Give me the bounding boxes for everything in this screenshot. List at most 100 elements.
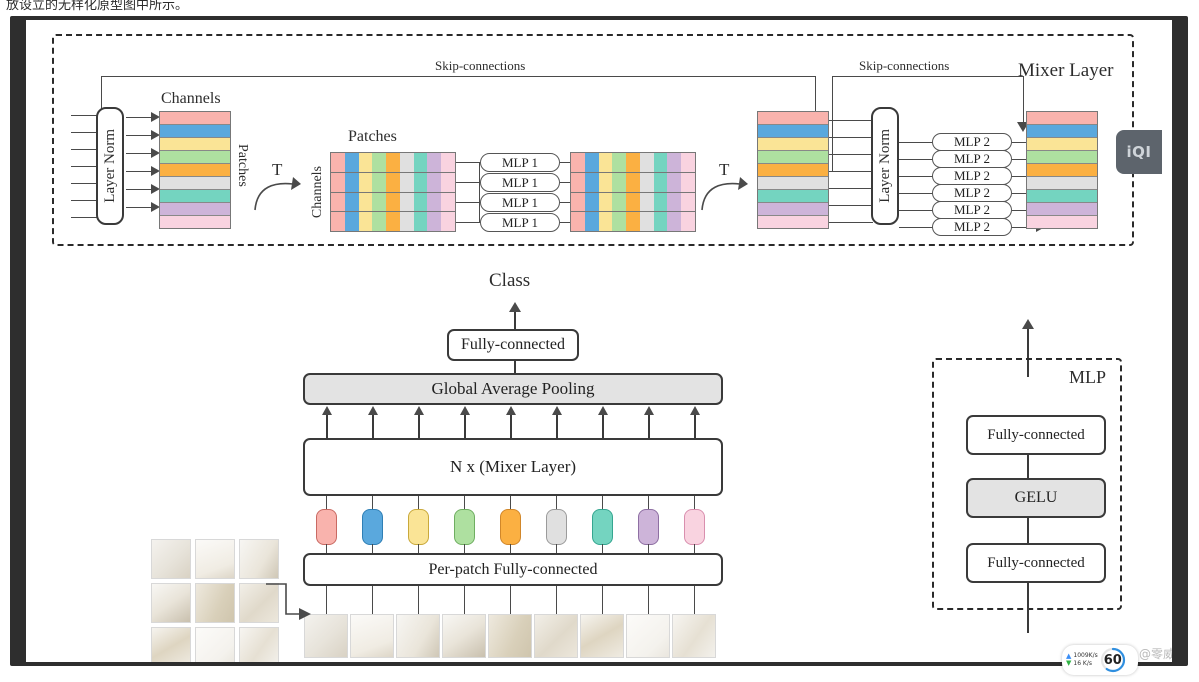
layer-norm-block-2: Layer Norm bbox=[871, 107, 899, 225]
channel-stripe-7 bbox=[758, 203, 828, 216]
gap-arrow-shaft-7 bbox=[648, 414, 650, 438]
gap-arrowhead-0 bbox=[322, 406, 332, 415]
mlp2-block-5: MLP 2 bbox=[932, 218, 1012, 236]
transposed-cell-0-0 bbox=[331, 153, 345, 172]
class-label: Class bbox=[489, 270, 531, 291]
iqi-side-tab[interactable]: iQI bbox=[1116, 130, 1162, 174]
layer-norm-label-1: Layer Norm bbox=[101, 129, 118, 203]
patch-connector-4 bbox=[510, 586, 512, 614]
image-patch-5 bbox=[534, 614, 578, 658]
transposed-cell-1-8 bbox=[681, 172, 696, 192]
token-line-top-7 bbox=[648, 496, 650, 510]
gap-arrowhead-4 bbox=[506, 406, 516, 415]
ln1-out-4 bbox=[126, 171, 152, 173]
image-patch-2 bbox=[396, 614, 440, 658]
transposed-cell-2-3 bbox=[372, 192, 387, 212]
skip-connections-label-left: Skip-connections bbox=[435, 58, 526, 73]
mixer-layer-title: Mixer Layer bbox=[1018, 60, 1114, 81]
transposed-cell-3-5 bbox=[399, 212, 414, 231]
transposed-cell-1-6 bbox=[653, 172, 668, 192]
mlp1-block-3: MLP 1 bbox=[480, 213, 560, 232]
channel-stripe-4 bbox=[1027, 164, 1097, 177]
layer-norm-block-1: Layer Norm bbox=[96, 107, 124, 225]
patch-connector-5 bbox=[556, 586, 558, 614]
transposed-cell-0-7 bbox=[667, 153, 682, 172]
channel-stripe-7 bbox=[1027, 203, 1097, 216]
fully-connected-top-block: Fully-connected bbox=[447, 329, 579, 361]
mixer-stack-label: N x (Mixer Layer) bbox=[449, 457, 577, 476]
transposed-cell-0-2 bbox=[598, 153, 613, 172]
gap-arrowhead-5 bbox=[552, 406, 562, 415]
transposed-cell-2-8 bbox=[681, 192, 696, 212]
gap-arrowhead-1 bbox=[368, 406, 378, 415]
transposed-cell-2-1 bbox=[584, 192, 599, 212]
gap-arrowhead-3 bbox=[460, 406, 470, 415]
skip1-horiz bbox=[101, 76, 816, 78]
transposed-cell-1-6 bbox=[413, 172, 428, 192]
token-line-top-3 bbox=[464, 496, 466, 510]
channel-stripe-6 bbox=[758, 190, 828, 203]
transposed-cell-3-8 bbox=[681, 212, 696, 231]
network-download-row: ▼ 16 K/s bbox=[1066, 659, 1098, 667]
stack2-out-4 bbox=[829, 171, 873, 173]
transposed-cell-2-6 bbox=[653, 192, 668, 212]
patch-token-3 bbox=[454, 509, 475, 545]
transposed-cell-3-4 bbox=[626, 212, 640, 231]
mlp-detail-gelu-label: GELU bbox=[1014, 489, 1058, 506]
channel-stripe-8 bbox=[758, 216, 828, 228]
transposed-cell-0-6 bbox=[413, 153, 428, 172]
patch-token-7 bbox=[638, 509, 659, 545]
global-average-pooling-block: Global Average Pooling bbox=[303, 373, 723, 405]
transposed-cell-3-7 bbox=[427, 212, 442, 231]
patch-connector-6 bbox=[602, 586, 604, 614]
transposed-cell-3-1 bbox=[344, 212, 359, 231]
patch-token-2 bbox=[408, 509, 429, 545]
transposed-cell-3-6 bbox=[413, 212, 428, 231]
transposed-cell-3-2 bbox=[598, 212, 613, 231]
stack2-out-1 bbox=[829, 120, 873, 122]
patch-connector-1 bbox=[372, 586, 374, 614]
gap-arrowhead-8 bbox=[690, 406, 700, 415]
patch-token-5 bbox=[546, 509, 567, 545]
channel-stripe-2 bbox=[758, 138, 828, 151]
gap-arrowhead-6 bbox=[598, 406, 608, 415]
channel-stripe-5 bbox=[1027, 177, 1097, 190]
transposed-cell-2-0 bbox=[571, 192, 585, 212]
transposed-cell-1-2 bbox=[598, 172, 613, 192]
mlp-detail-gelu: GELU bbox=[966, 478, 1106, 518]
channel-stripe-0 bbox=[758, 112, 828, 125]
gap-arrow-shaft-2 bbox=[418, 414, 420, 438]
ln1-out-3 bbox=[126, 153, 152, 155]
mlp1-label-2: MLP 1 bbox=[502, 194, 538, 210]
mlp2-block-3: MLP 2 bbox=[932, 184, 1012, 202]
page-top-note: 放设立的无样化原型图中所示。 bbox=[6, 0, 189, 13]
channel-stripe-6 bbox=[1027, 190, 1097, 203]
stack2-out-3 bbox=[829, 154, 873, 156]
transposed-cell-0-4 bbox=[386, 153, 400, 172]
mlp2-label-0: MLP 2 bbox=[954, 134, 990, 149]
network-speed-widget[interactable]: ▲ 1009K/s ▼ 16 K/s 60 bbox=[1062, 645, 1138, 675]
mlp1-block-1: MLP 1 bbox=[480, 173, 560, 192]
source-image-cell-1-0 bbox=[151, 583, 191, 623]
mlp2-block-1: MLP 2 bbox=[932, 150, 1012, 168]
token-line-top-2 bbox=[418, 496, 420, 510]
gap-arrow-shaft-6 bbox=[602, 414, 604, 438]
stack2-out-2 bbox=[829, 137, 873, 139]
source-image-cell-1-1 bbox=[195, 583, 235, 623]
transposed-cell-0-3 bbox=[612, 153, 627, 172]
ln1-out-5 bbox=[126, 189, 152, 191]
transposed-row-2 bbox=[331, 192, 456, 213]
transposed-cell-3-2 bbox=[358, 212, 373, 231]
transposed-cell-3-0 bbox=[331, 212, 345, 231]
stack2-out-5 bbox=[829, 188, 873, 190]
channel-stripe-3 bbox=[1027, 151, 1097, 164]
mlp2-block-4: MLP 2 bbox=[932, 201, 1012, 219]
channel-stack-input bbox=[159, 111, 231, 229]
transposed-cell-1-5 bbox=[399, 172, 414, 192]
mlp2-label-3: MLP 2 bbox=[954, 185, 990, 200]
patch-token-6 bbox=[592, 509, 613, 545]
transposed-row-3 bbox=[571, 212, 696, 231]
skip-connections-label-right: Skip-connections bbox=[859, 58, 950, 73]
transposed-cell-2-1 bbox=[344, 192, 359, 212]
token-line-top-8 bbox=[694, 496, 696, 510]
